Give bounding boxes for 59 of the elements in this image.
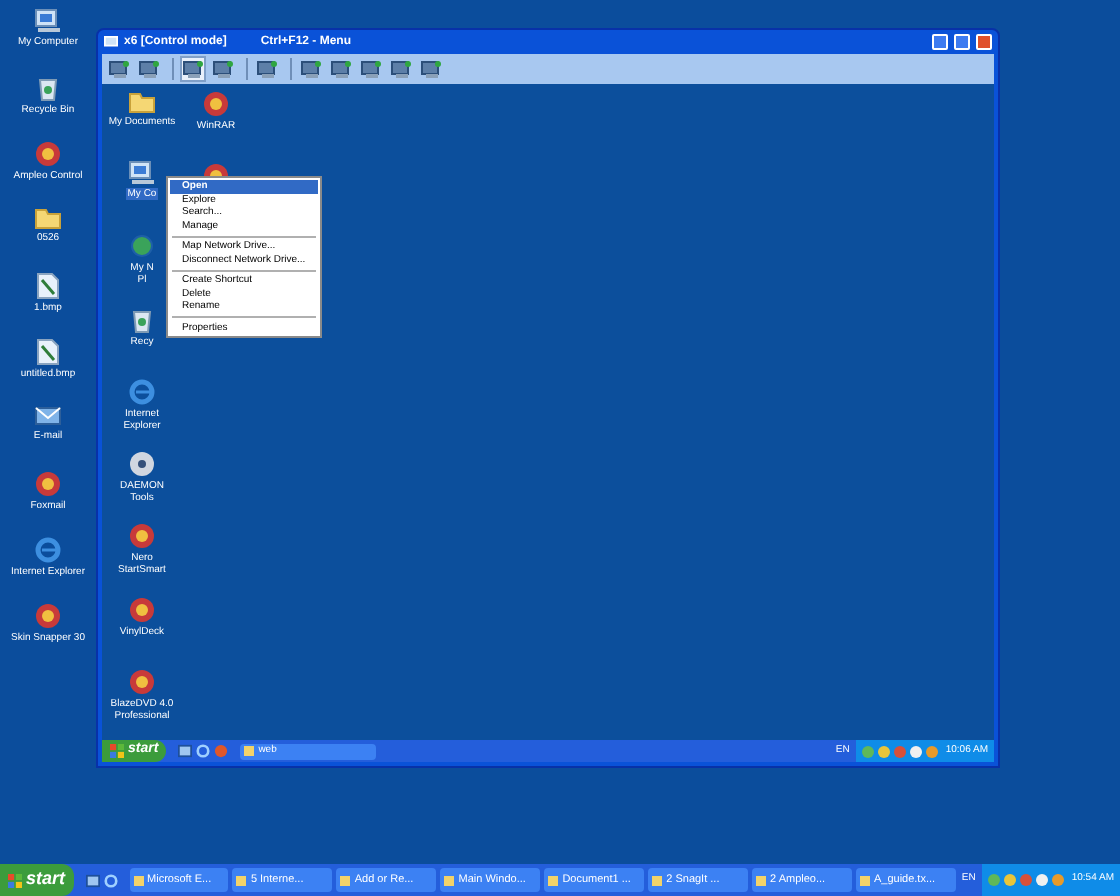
monitor-icon — [256, 59, 278, 79]
windows-logo-icon — [110, 744, 124, 758]
close-button[interactable] — [976, 34, 992, 50]
computer-icon — [127, 160, 156, 187]
computer-icon — [33, 8, 62, 34]
toolbar-button[interactable] — [418, 56, 444, 82]
desktop-icon[interactable] — [178, 744, 193, 758]
folder-icon — [34, 206, 62, 230]
monitor-icon — [390, 59, 412, 79]
window-icon — [236, 875, 247, 885]
toolbar-button[interactable] — [180, 56, 206, 82]
monitor-icon — [138, 59, 160, 79]
monitor-icon — [108, 59, 130, 79]
app-icon — [128, 667, 156, 696]
image-file-icon — [36, 272, 60, 300]
disc-icon — [128, 450, 156, 479]
image-file-icon — [36, 338, 60, 366]
toolbar-button[interactable] — [328, 56, 354, 82]
window-icon — [652, 875, 663, 885]
monitor-icon — [300, 59, 322, 79]
browser-icon — [128, 377, 156, 406]
minimize-button[interactable] — [932, 34, 948, 50]
app-icon — [128, 522, 156, 551]
app-icon — [33, 602, 62, 630]
toolbar-button[interactable] — [254, 56, 280, 82]
window-icon — [548, 875, 559, 885]
monitor-icon — [104, 35, 118, 49]
window-icon — [340, 875, 351, 885]
windows-logo-icon — [8, 873, 22, 887]
toolbar-button[interactable] — [106, 56, 132, 82]
app-icon — [34, 140, 62, 168]
toolbar-button[interactable] — [298, 56, 324, 82]
app-icon — [33, 470, 62, 498]
desktop-icon[interactable] — [85, 873, 100, 887]
monitor-icon — [330, 59, 352, 79]
window-icon — [133, 875, 144, 885]
app-icon — [127, 595, 156, 624]
browser-icon[interactable] — [103, 873, 118, 887]
window-icon — [444, 875, 455, 885]
toolbar-button[interactable] — [388, 56, 414, 82]
monitor-icon — [212, 59, 234, 79]
maximize-button[interactable] — [954, 34, 970, 50]
mail-icon — [33, 404, 62, 428]
toolbar-button[interactable] — [136, 56, 162, 82]
monitor-icon — [360, 59, 382, 79]
window-icon — [859, 875, 870, 885]
toolbar-button[interactable] — [358, 56, 384, 82]
monitor-icon — [182, 59, 204, 79]
globe-icon — [128, 232, 156, 261]
app-icon — [201, 90, 230, 118]
monitor-icon — [420, 59, 442, 79]
folder-icon — [128, 90, 156, 114]
toolbar-button[interactable] — [210, 56, 236, 82]
browser-icon — [34, 536, 62, 564]
window-icon — [756, 875, 767, 885]
recycle-bin-icon — [130, 305, 154, 334]
browser-icon[interactable] — [196, 744, 211, 758]
recycle-bin-icon — [36, 74, 60, 102]
window-icon — [244, 746, 255, 756]
